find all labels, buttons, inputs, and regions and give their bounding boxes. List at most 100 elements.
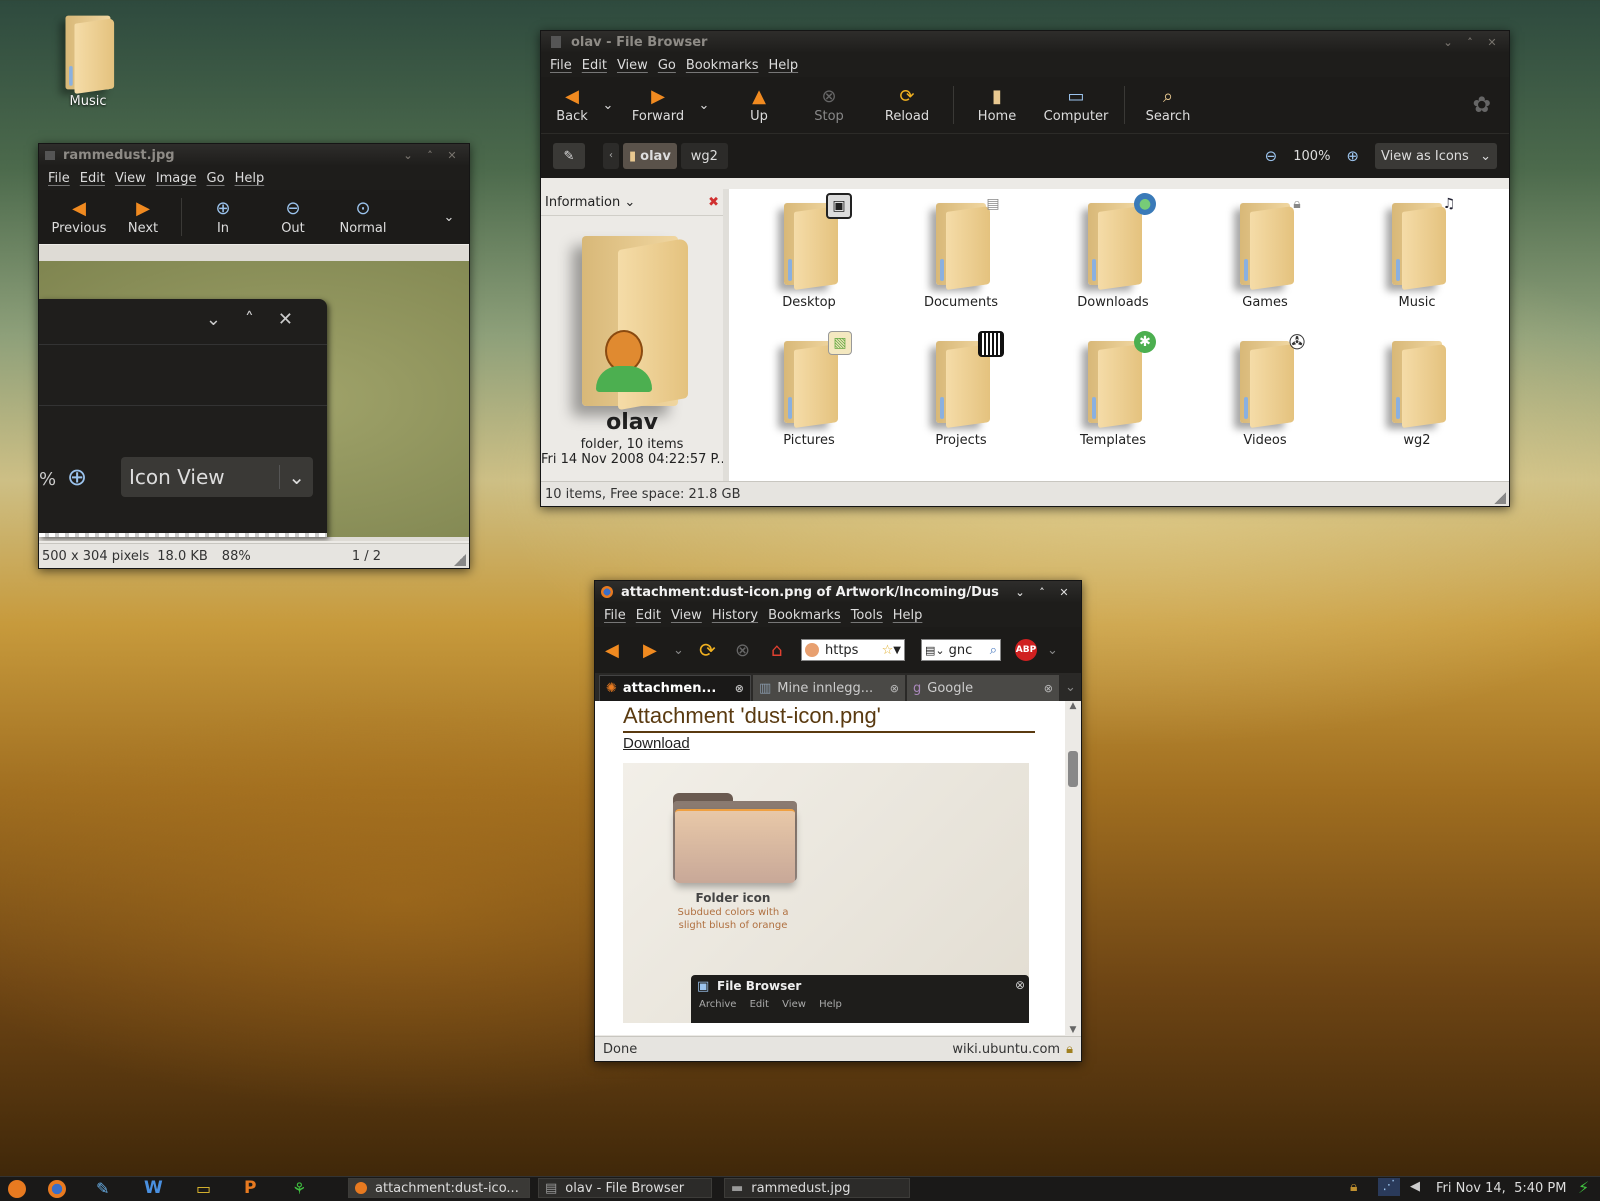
browser-titlebar[interactable]: attachment:dust-icon.png of Artwork/Inco… xyxy=(595,581,1081,603)
maximize-button[interactable]: ˄ xyxy=(1459,36,1481,49)
zoom-in-button[interactable]: ⊕ xyxy=(1346,147,1359,165)
close-sidebar-icon[interactable]: ✖ xyxy=(708,195,719,210)
search-button[interactable]: ⌕ Search xyxy=(1131,86,1205,124)
clock[interactable]: Fri Nov 14, 5:40 PM xyxy=(1436,1181,1566,1196)
menu-help[interactable]: Help xyxy=(768,58,798,73)
logout-icon[interactable]: ⚡︎ xyxy=(1578,1178,1589,1197)
forward-history-button[interactable]: ⌄ xyxy=(693,98,715,113)
back-button[interactable]: ◀ xyxy=(605,640,643,661)
edit-location-button[interactable]: ✎ xyxy=(553,143,585,169)
tray-volume-icon[interactable]: ◀︎ xyxy=(1410,1179,1420,1194)
reload-button[interactable]: ⟳ xyxy=(699,638,735,662)
menu-edit[interactable]: Edit xyxy=(636,608,661,623)
image-viewer-titlebar[interactable]: rammedust.jpg ⌄ ˄ ✕ xyxy=(39,144,469,166)
zoom-level[interactable]: 100% xyxy=(1293,149,1330,164)
tab-attachment[interactable]: ✺ attachmen... ⊗ xyxy=(599,675,751,701)
download-link[interactable]: Download xyxy=(623,735,690,752)
launcher-gnome-icon[interactable] xyxy=(8,1180,26,1198)
menu-go[interactable]: Go xyxy=(658,58,676,73)
minimize-button[interactable]: ⌄ xyxy=(397,149,419,162)
bookmark-star-icon[interactable]: ☆ xyxy=(882,643,894,658)
stop-button[interactable]: ⊗ xyxy=(735,640,771,661)
menu-file[interactable]: File xyxy=(48,171,70,186)
chevron-down-icon[interactable]: ⌄ xyxy=(1047,643,1058,658)
folder-item-documents[interactable]: ▤ Documents xyxy=(891,196,1031,310)
maximize-button[interactable]: ˄ xyxy=(1031,586,1053,599)
zoom-out-button[interactable]: ⊖ xyxy=(1265,147,1278,165)
previous-button[interactable]: ◀ Previous xyxy=(47,198,111,236)
menu-view[interactable]: View xyxy=(617,58,648,73)
launcher-presentation-icon[interactable]: P xyxy=(244,1178,256,1198)
close-tab-icon[interactable]: ⊗ xyxy=(890,682,899,695)
adblock-icon[interactable]: ABP xyxy=(1015,639,1037,661)
close-button[interactable]: ✕ xyxy=(1053,586,1075,599)
menu-bookmarks[interactable]: Bookmarks xyxy=(686,58,759,73)
close-button[interactable]: ✕ xyxy=(441,149,463,162)
task-file-browser[interactable]: ▤ olav - File Browser xyxy=(538,1178,712,1198)
forward-button[interactable]: ▶ xyxy=(643,640,673,661)
menu-image[interactable]: Image xyxy=(156,171,197,186)
tab-mine-innlegg[interactable]: ▥ Mine innlegg... ⊗ xyxy=(753,675,905,701)
url-bar[interactable]: https ☆ ▼ xyxy=(801,639,905,661)
minimize-button[interactable]: ⌄ xyxy=(1009,586,1031,599)
file-browser-titlebar[interactable]: olav - File Browser ⌄ ˄ ✕ xyxy=(541,31,1509,53)
forward-button[interactable]: ▶ Forward xyxy=(623,86,693,124)
menu-view[interactable]: View xyxy=(115,171,146,186)
menu-view[interactable]: View xyxy=(671,608,702,623)
computer-button[interactable]: ▭ Computer xyxy=(1034,86,1118,124)
task-browser[interactable]: attachment:dust-ico... xyxy=(348,1178,530,1198)
tray-lock-icon[interactable]: 🔒︎ xyxy=(1350,1179,1357,1195)
folder-item-downloads[interactable]: ● Downloads xyxy=(1043,193,1183,310)
menu-edit[interactable]: Edit xyxy=(582,58,607,73)
zoom-out-button[interactable]: ⊖ Out xyxy=(258,198,328,236)
search-icon[interactable]: ⌕ xyxy=(990,643,997,658)
back-button[interactable]: ◀ Back xyxy=(547,86,597,124)
path-button-olav[interactable]: ▮ olav xyxy=(623,143,677,169)
menu-file[interactable]: File xyxy=(550,58,572,73)
folder-item-wg2[interactable]: wg2 xyxy=(1347,337,1487,448)
resize-grip[interactable] xyxy=(454,554,466,566)
launcher-folder-icon[interactable]: ▭ xyxy=(196,1179,211,1198)
launcher-network-icon[interactable]: ⚘ xyxy=(292,1179,306,1198)
folder-item-templates[interactable]: ✱ Templates xyxy=(1043,331,1183,448)
close-tab-icon[interactable]: ⊗ xyxy=(735,682,744,695)
sidebar-type-select[interactable]: Information ⌄ xyxy=(545,195,635,210)
zoom-normal-button[interactable]: ⊙ Normal xyxy=(328,198,398,236)
task-image-viewer[interactable]: ▬ rammedust.jpg xyxy=(724,1178,910,1198)
close-button[interactable]: ✕ xyxy=(1481,36,1503,49)
url-dropdown-icon[interactable]: ▼ xyxy=(893,645,901,656)
image-canvas[interactable]: ⌄˄✕ % ⊕ Icon View ⌄ xyxy=(39,245,469,541)
lock-icon[interactable]: 🔒︎ xyxy=(1066,1042,1073,1057)
tray-network-icon[interactable]: ⋰ xyxy=(1378,1178,1400,1196)
folder-item-videos[interactable]: ✇ Videos xyxy=(1195,331,1335,448)
view-mode-select[interactable]: View as Icons ⌄ xyxy=(1375,143,1497,169)
zoom-in-button[interactable]: ⊕ In xyxy=(188,198,258,236)
menu-bookmarks[interactable]: Bookmarks xyxy=(768,608,841,623)
search-box[interactable]: ▤⌄ gnc ⌕ xyxy=(921,639,1001,661)
launcher-firefox-icon[interactable] xyxy=(48,1180,66,1198)
path-button-wg2[interactable]: wg2 xyxy=(680,143,728,169)
search-engine-icon[interactable]: ▤⌄ xyxy=(925,644,945,657)
desktop-icon-music[interactable]: Music xyxy=(50,12,126,109)
stop-button[interactable]: ⊗ Stop xyxy=(791,86,867,124)
launcher-quill-icon[interactable]: ✎ xyxy=(96,1179,109,1198)
home-button[interactable]: ⌂ xyxy=(771,640,801,661)
menu-help[interactable]: Help xyxy=(235,171,265,186)
menu-file[interactable]: File xyxy=(604,608,626,623)
toolbar-overflow-button[interactable]: ⌄ xyxy=(429,210,469,225)
maximize-button[interactable]: ˄ xyxy=(419,149,441,162)
folder-item-pictures[interactable]: ▧ Pictures xyxy=(739,331,879,448)
menu-edit[interactable]: Edit xyxy=(80,171,105,186)
home-button[interactable]: ▮ Home xyxy=(960,86,1034,124)
history-dropdown-button[interactable]: ⌄ xyxy=(673,643,699,658)
menu-history[interactable]: History xyxy=(712,608,758,623)
tab-list-button[interactable]: ⌄ xyxy=(1065,680,1076,695)
folder-item-games[interactable]: 🔒︎ Games xyxy=(1195,196,1335,310)
close-tab-icon[interactable]: ⊗ xyxy=(1044,682,1053,695)
scroll-down-arrow[interactable]: ▼ xyxy=(1065,1025,1081,1035)
menu-go[interactable]: Go xyxy=(207,171,225,186)
resize-grip[interactable] xyxy=(1494,492,1506,504)
folder-item-projects[interactable]: Projects xyxy=(891,331,1031,448)
folder-item-desktop[interactable]: ▣ Desktop xyxy=(739,193,879,310)
minimize-button[interactable]: ⌄ xyxy=(1437,36,1459,49)
